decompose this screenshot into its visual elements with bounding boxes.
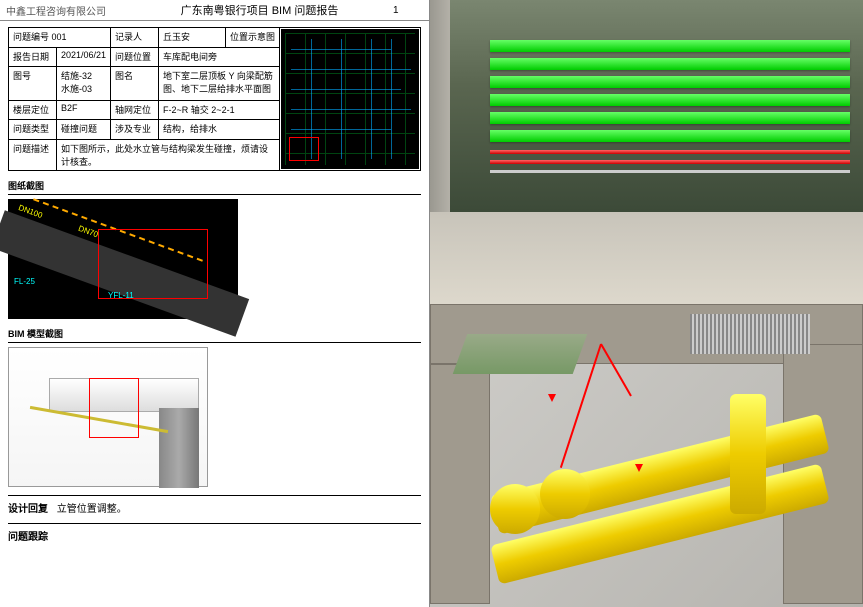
recorder-label: 记录人 xyxy=(111,28,159,48)
annot-fl: FL-25 xyxy=(14,277,35,286)
report-page: 中鑫工程咨询有限公司 广东南粤银行项目 BIM 问题报告 1 问题编号 001 … xyxy=(0,0,430,607)
bim-screenshot-section: BIM 模型截图 xyxy=(8,325,421,487)
date-label: 报告日期 xyxy=(9,47,57,67)
type-label: 问题类型 xyxy=(9,120,57,140)
page-number: 1 xyxy=(393,5,423,16)
date-value: 2021/06/21 xyxy=(57,47,111,67)
track-label: 问题跟踪 xyxy=(8,532,48,543)
drawing-screenshot-section: 图纸截图 FL-25 YFL-11 DN100 DN70 xyxy=(8,177,421,319)
issuepos-label: 问题位置 xyxy=(111,47,159,67)
reply-value: 立管位置调整。 xyxy=(57,504,127,515)
grid-label: 轴网定位 xyxy=(111,100,159,120)
fig1-heading: 图纸截图 xyxy=(8,177,421,195)
floor-value: B2F xyxy=(57,100,111,120)
doc-title: 广东南粤银行项目 BIM 问题报告 xyxy=(126,2,393,18)
render-bottom xyxy=(430,304,863,607)
issue-no-label: 问题编号 001 xyxy=(9,28,111,48)
recorder-value: 丘玉安 xyxy=(159,28,226,48)
dwgno-label: 图号 xyxy=(9,67,57,101)
disc-label: 涉及专业 xyxy=(111,120,159,140)
annot-yfl: YFL-11 xyxy=(108,291,134,300)
disc-value: 结构，给排水 xyxy=(159,120,280,140)
desc-label: 问题描述 xyxy=(9,140,57,171)
dwgno-value: 结施-32 水施-03 xyxy=(57,67,111,101)
bim-screenshot xyxy=(8,347,208,487)
render-panels xyxy=(430,0,863,607)
cad-screenshot: FL-25 YFL-11 DN100 DN70 xyxy=(8,199,238,319)
company-name: 中鑫工程咨询有限公司 xyxy=(6,3,126,18)
reply-label: 设计回复 xyxy=(8,504,48,515)
type-value: 碰撞问题 xyxy=(57,120,111,140)
reply-row: 设计回复 立管位置调整。 xyxy=(8,495,421,515)
dwgname-label: 图名 xyxy=(111,67,159,101)
location-plan-thumb xyxy=(281,29,419,169)
floor-label: 楼层定位 xyxy=(9,100,57,120)
issue-table: 问题编号 001 记录人 丘玉安 位置示意图 xyxy=(8,27,421,171)
dwgname-value: 地下室二层顶板 Y 向梁配筋图、地下二层给排水平面图 xyxy=(159,67,280,101)
report-body: 问题编号 001 记录人 丘玉安 位置示意图 xyxy=(0,21,429,607)
render-top xyxy=(430,0,863,304)
issuepos-value: 车库配电间旁 xyxy=(159,47,280,67)
grid-value: F-2~R 轴交 2~2-1 xyxy=(159,100,280,120)
desc-value: 如下图所示，此处水立管与结构梁发生碰撞，烦请设计核查。 xyxy=(57,140,280,171)
locfig-label: 位置示意图 xyxy=(225,28,279,48)
page-header: 中鑫工程咨询有限公司 广东南粤银行项目 BIM 问题报告 1 xyxy=(0,0,429,21)
track-row: 问题跟踪 xyxy=(8,523,421,543)
